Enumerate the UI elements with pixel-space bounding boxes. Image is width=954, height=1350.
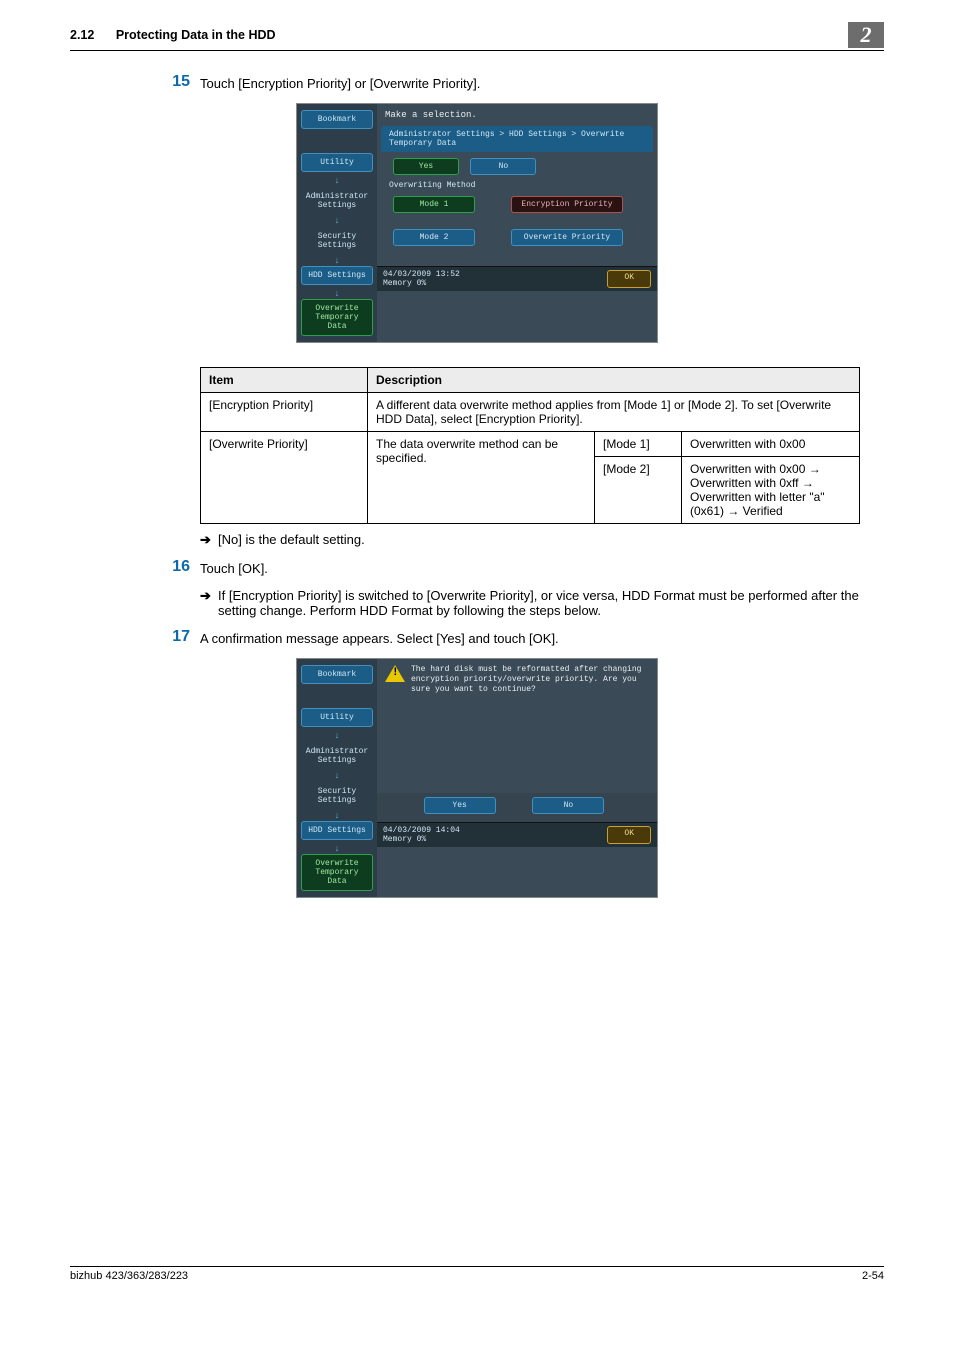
cell-mode1-desc: Overwritten with 0x00	[682, 432, 860, 457]
step-text-17: A confirmation message appears. Select […	[200, 631, 559, 646]
status-date: 04/03/2009 13:52	[383, 270, 460, 279]
section-header: 2.12 Protecting Data in the HDD	[70, 28, 276, 42]
yes-button[interactable]: Yes	[393, 158, 459, 175]
cell-encryption-desc: A different data overwrite method applie…	[368, 393, 860, 432]
cell-mode2: [Mode 2]	[595, 457, 682, 524]
sidebar-admin: Administrator Settings	[301, 741, 373, 771]
yes-button[interactable]: Yes	[424, 797, 496, 814]
mode2-button[interactable]: Mode 2	[393, 229, 475, 246]
section-title: Protecting Data in the HDD	[116, 28, 276, 42]
step-number-15: 15	[160, 73, 190, 91]
sidebar-overwrite-temp[interactable]: Overwrite Temporary Data	[301, 299, 373, 336]
step-number-16: 16	[160, 558, 190, 576]
step-text-16: Touch [OK].	[200, 561, 268, 576]
th-item: Item	[201, 368, 368, 393]
encryption-priority-button[interactable]: Encryption Priority	[511, 196, 623, 213]
sidebar-utility[interactable]: Utility	[301, 153, 373, 172]
arrow-icon: ➔	[200, 588, 218, 618]
panel-title: Make a selection.	[377, 104, 657, 126]
breadcrumb: Administrator Settings > HDD Settings > …	[381, 126, 653, 152]
sidebar-security: Security Settings	[301, 781, 373, 811]
warning-icon	[385, 665, 405, 682]
chevron-down-icon: ↓	[301, 731, 373, 741]
screenshot-overwrite-settings: Bookmark Utility ↓ Administrator Setting…	[296, 103, 658, 343]
status-date: 04/03/2009 14:04	[383, 826, 460, 835]
note-default: [No] is the default setting.	[218, 532, 365, 548]
footer-model: bizhub 423/363/283/223	[70, 1270, 188, 1282]
overwriting-method-label: Overwriting Method	[389, 181, 651, 190]
sidebar-admin: Administrator Settings	[301, 186, 373, 216]
chevron-down-icon: ↓	[301, 256, 373, 266]
cell-encryption-priority: [Encryption Priority]	[201, 393, 368, 432]
cell-overwrite-priority: [Overwrite Priority]	[201, 432, 368, 524]
sidebar-utility[interactable]: Utility	[301, 708, 373, 727]
ok-button[interactable]: OK	[607, 270, 651, 288]
chevron-down-icon: ↓	[301, 771, 373, 781]
chevron-down-icon: ↓	[301, 844, 373, 854]
step-text-15: Touch [Encryption Priority] or [Overwrit…	[200, 76, 480, 91]
chapter-badge: 2	[848, 22, 884, 48]
settings-table: Item Description [Encryption Priority] A…	[200, 367, 860, 524]
chevron-down-icon: ↓	[301, 176, 373, 186]
chevron-down-icon: ↓	[301, 216, 373, 226]
overwrite-priority-button[interactable]: Overwrite Priority	[511, 229, 623, 246]
sidebar-overwrite-temp[interactable]: Overwrite Temporary Data	[301, 854, 373, 891]
mode1-button[interactable]: Mode 1	[393, 196, 475, 213]
sidebar-security: Security Settings	[301, 226, 373, 256]
th-description: Description	[368, 368, 860, 393]
bookmark-button[interactable]: Bookmark	[301, 110, 373, 129]
sidebar-hdd[interactable]: HDD Settings	[301, 821, 373, 840]
no-button[interactable]: No	[470, 158, 536, 175]
status-memory: Memory 0%	[383, 279, 426, 288]
sidebar-hdd[interactable]: HDD Settings	[301, 266, 373, 285]
chevron-down-icon: ↓	[301, 811, 373, 821]
cell-mode2-desc: Overwritten with 0x00 → Overwritten with…	[682, 457, 860, 524]
cell-overwrite-desc: The data overwrite method can be specifi…	[368, 432, 595, 524]
confirm-message: The hard disk must be reformatted after …	[411, 665, 649, 695]
status-memory: Memory 0%	[383, 835, 426, 844]
step-number-17: 17	[160, 628, 190, 646]
arrow-icon: ➔	[200, 532, 218, 548]
section-number: 2.12	[70, 28, 94, 42]
bookmark-button[interactable]: Bookmark	[301, 665, 373, 684]
ok-button[interactable]: OK	[607, 826, 651, 844]
chevron-down-icon: ↓	[301, 289, 373, 299]
no-button[interactable]: No	[532, 797, 604, 814]
step-16-sub: If [Encryption Priority] is switched to …	[218, 588, 884, 618]
footer-page: 2-54	[862, 1270, 884, 1282]
cell-mode1: [Mode 1]	[595, 432, 682, 457]
screenshot-confirm: Bookmark Utility ↓ Administrator Setting…	[296, 658, 658, 898]
